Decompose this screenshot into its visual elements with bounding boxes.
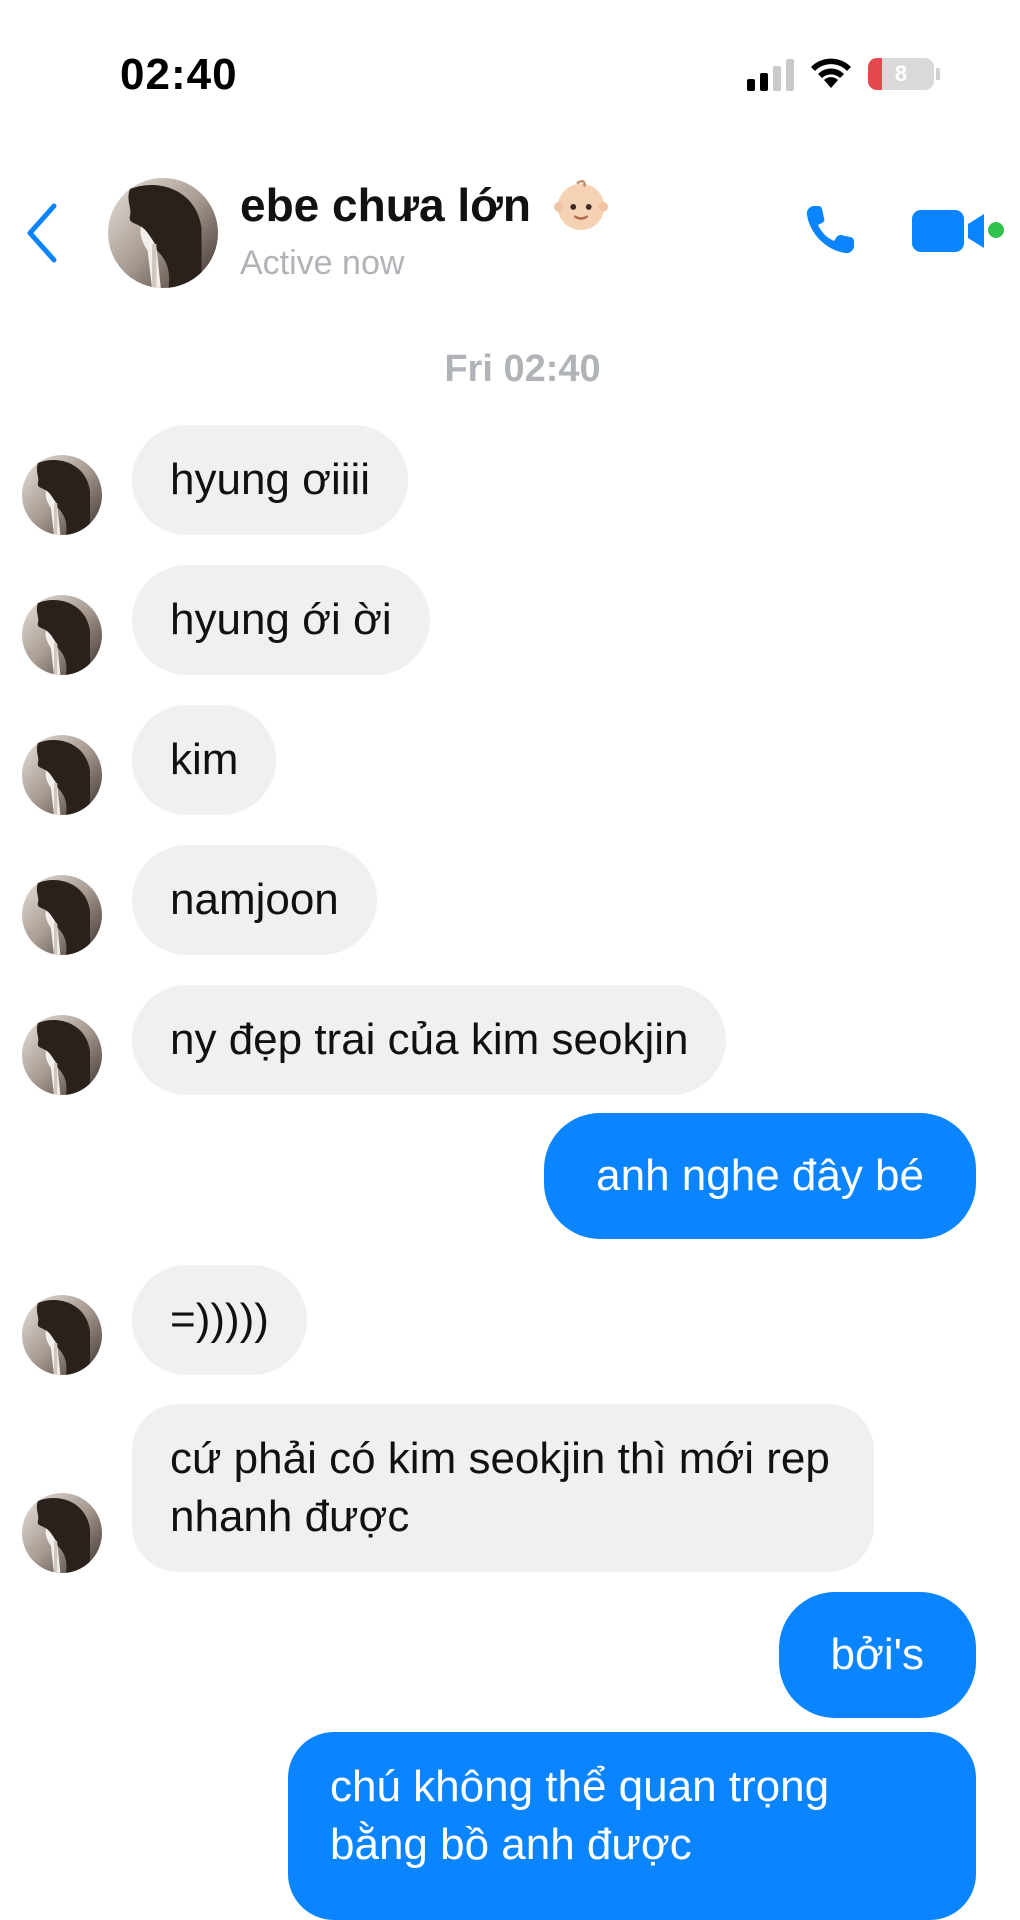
incoming-message[interactable]: =))))) bbox=[132, 1265, 307, 1375]
messenger-chat-screen: 02:40 8 ebe chưa lớn Active now Fri 02:4… bbox=[0, 0, 1020, 1920]
wifi-icon bbox=[811, 58, 851, 88]
message-avatar[interactable] bbox=[22, 1015, 102, 1095]
incoming-message[interactable]: hyung ới ời bbox=[132, 565, 430, 675]
active-status: Active now bbox=[240, 244, 405, 282]
incoming-message[interactable]: namjoon bbox=[132, 845, 377, 955]
message-avatar[interactable] bbox=[22, 455, 102, 535]
message-avatar[interactable] bbox=[22, 595, 102, 675]
battery-icon: 8 bbox=[868, 58, 934, 90]
status-icons: 8 bbox=[747, 54, 940, 94]
incoming-message[interactable]: cứ phải có kim seokjin thì mới rep nhanh… bbox=[132, 1404, 874, 1572]
baby-emoji-icon bbox=[553, 179, 608, 230]
online-indicator bbox=[988, 222, 1004, 238]
chevron-left-icon[interactable] bbox=[22, 200, 62, 266]
date-separator: Fri 02:40 bbox=[444, 348, 601, 390]
incoming-message[interactable]: ny đẹp trai của kim seokjin bbox=[132, 985, 727, 1095]
message-avatar[interactable] bbox=[22, 875, 102, 955]
video-camera-icon[interactable] bbox=[912, 208, 992, 254]
phone-icon[interactable] bbox=[800, 200, 860, 260]
cellular-signal-icon bbox=[747, 57, 794, 91]
battery-level: 8 bbox=[894, 61, 908, 86]
message-avatar[interactable] bbox=[22, 1295, 102, 1375]
contact-avatar[interactable] bbox=[108, 178, 218, 288]
message-avatar[interactable] bbox=[22, 1493, 102, 1573]
contact-name: ebe chưa lớn bbox=[240, 179, 531, 231]
message-avatar[interactable] bbox=[22, 735, 102, 815]
outgoing-message[interactable]: chú không thể quan trọng bằng bồ anh đượ… bbox=[288, 1732, 976, 1920]
status-time: 02:40 bbox=[120, 50, 238, 99]
outgoing-message[interactable]: anh nghe đây bé bbox=[544, 1113, 976, 1239]
contact-name-row[interactable]: ebe chưa lớn bbox=[240, 178, 610, 238]
incoming-message[interactable]: hyung ơiiii bbox=[132, 425, 409, 535]
outgoing-message[interactable]: bởi's bbox=[778, 1592, 976, 1718]
incoming-message[interactable]: kim bbox=[132, 705, 277, 815]
